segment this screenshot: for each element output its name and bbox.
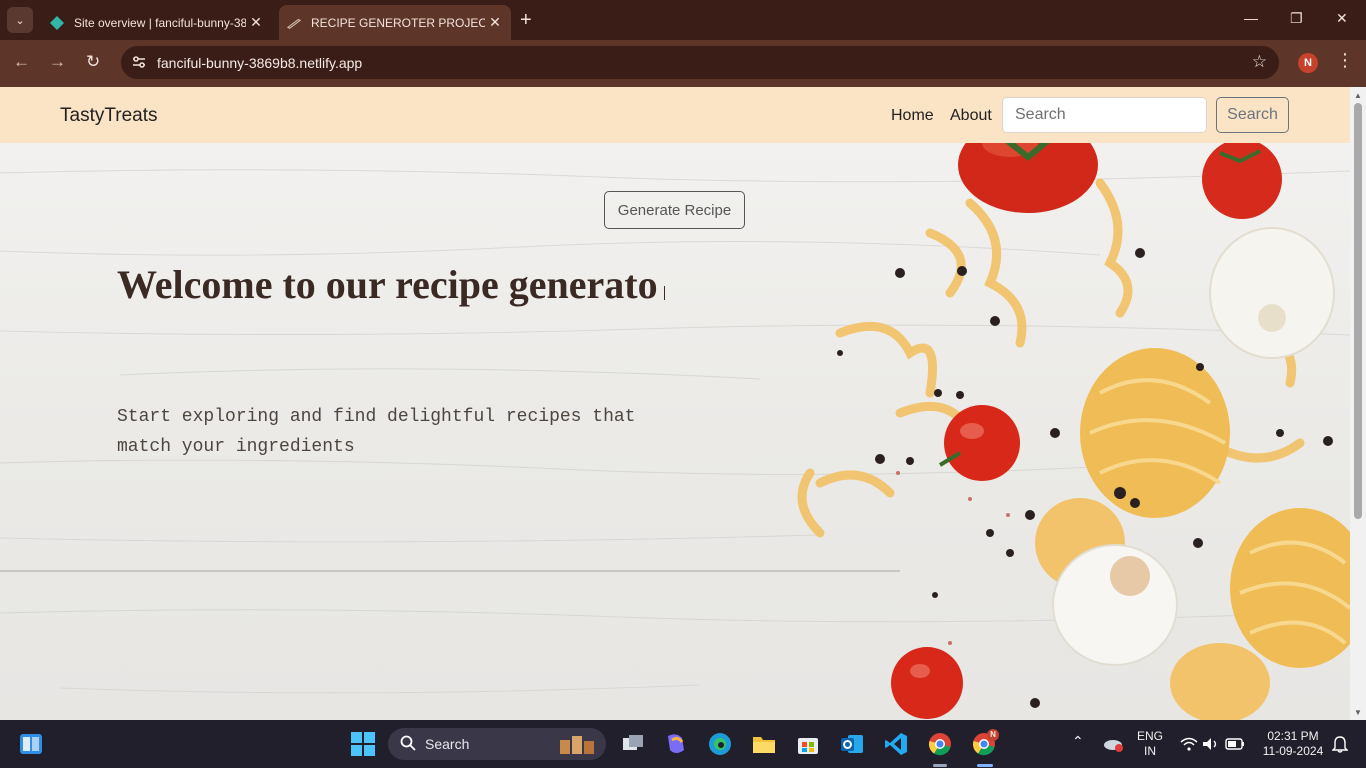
minimize-icon[interactable]: — — [1244, 10, 1258, 26]
close-window-icon[interactable]: ✕ — [1336, 10, 1348, 27]
running-indicator — [933, 764, 947, 767]
tab-search-button[interactable]: ⌄ — [7, 7, 33, 33]
clock[interactable]: 02:31 PM 11-09-2024 — [1258, 729, 1328, 759]
hero-heading: Welcome to our recipe generato — [117, 254, 677, 315]
search-highlight-icon — [560, 736, 594, 754]
widgets-icon[interactable] — [18, 731, 44, 757]
netlify-icon — [50, 15, 64, 30]
active-indicator — [977, 764, 993, 767]
hero-subtext: Start exploring and find delightful reci… — [117, 407, 636, 457]
language-indicator[interactable]: ENG IN — [1135, 729, 1165, 759]
clock-time: 02:31 PM — [1267, 729, 1319, 743]
browser-tab-strip: ⌄ Site overview | fanciful-bunny-3869b8 … — [0, 0, 1366, 40]
hero-section: Generate Recipe Welcome to our recipe ge… — [0, 143, 1350, 720]
address-bar[interactable]: fanciful-bunny-3869b8.netlify.app ☆ — [121, 46, 1279, 79]
windows-taskbar: Search N ⌃ ENG IN 02:31 PM 11-09-2024 — [0, 720, 1366, 768]
scrollbar-thumb[interactable] — [1354, 103, 1362, 519]
chrome-icon[interactable] — [927, 731, 953, 757]
battery-icon[interactable] — [1222, 731, 1248, 757]
scroll-up-arrow-icon[interactable]: ▲ — [1354, 91, 1362, 100]
forward-arrow-icon[interactable]: → — [49, 52, 66, 72]
microsoft-store-icon[interactable] — [795, 731, 821, 757]
volume-icon[interactable] — [1198, 731, 1224, 757]
language-code: ENG — [1136, 729, 1163, 743]
taskbar-search-box[interactable]: Search — [388, 728, 606, 760]
url-text: fanciful-bunny-3869b8.netlify.app — [157, 55, 363, 71]
windows-start-icon[interactable] — [350, 731, 376, 757]
browser-toolbar: ← → ↻ fanciful-bunny-3869b8.netlify.app … — [0, 40, 1366, 87]
tab-site-overview[interactable]: Site overview | fanciful-bunny-3869b8 ✕ — [40, 5, 272, 40]
search-button[interactable]: Search — [1216, 97, 1289, 133]
bookmark-star-icon[interactable]: ☆ — [1252, 52, 1267, 72]
site-settings-icon[interactable] — [131, 54, 147, 70]
chevron-down-icon: ⌄ — [15, 14, 25, 27]
page-scrollbar[interactable]: ▲ ▼ — [1350, 87, 1366, 720]
vscode-icon[interactable] — [883, 731, 909, 757]
nav-home-link[interactable]: Home — [891, 107, 934, 125]
pen-icon — [287, 16, 301, 30]
close-tab-icon[interactable]: ✕ — [485, 14, 505, 31]
browser-menu-icon[interactable]: ⋮ — [1336, 51, 1354, 69]
site-navbar: TastyTreats Home About Search — [0, 87, 1350, 143]
close-tab-icon[interactable]: ✕ — [246, 14, 266, 31]
scroll-down-arrow-icon[interactable]: ▼ — [1354, 708, 1362, 717]
outlook-icon[interactable] — [839, 731, 865, 757]
tab-recipe-project[interactable]: RECIPE GENEROTER PROJECT ✕ — [279, 5, 511, 40]
region-code: IN — [1144, 744, 1156, 758]
generate-recipe-button[interactable]: Generate Recipe — [604, 191, 745, 229]
restore-icon[interactable]: ❐ — [1290, 10, 1303, 27]
brand-logo[interactable]: TastyTreats — [60, 105, 158, 127]
tab-title: Site overview | fanciful-bunny-3869b8 — [74, 15, 246, 30]
chrome-profile-badge: N — [987, 729, 999, 741]
reload-icon[interactable]: ↻ — [86, 52, 100, 72]
tab-title: RECIPE GENEROTER PROJECT — [311, 15, 485, 30]
profile-avatar[interactable]: N — [1298, 53, 1318, 73]
notification-bell-icon[interactable] — [1327, 731, 1353, 757]
search-icon — [400, 735, 416, 756]
edge-browser-icon[interactable] — [707, 731, 733, 757]
taskbar-search-label: Search — [425, 736, 470, 752]
nav-about-link[interactable]: About — [950, 107, 992, 125]
task-view-icon[interactable] — [620, 731, 646, 757]
search-input[interactable] — [1002, 97, 1207, 133]
page-viewport: TastyTreats Home About Search Generate R… — [0, 87, 1350, 720]
back-arrow-icon[interactable]: ← — [13, 52, 30, 72]
typing-caret — [663, 286, 665, 300]
clock-date: 11-09-2024 — [1262, 744, 1324, 758]
hero-heading-text: Welcome to our recipe generato — [117, 262, 658, 307]
file-explorer-icon[interactable] — [751, 731, 777, 757]
pasta-tomato-garlic-image — [797, 143, 1350, 720]
new-tab-plus-icon[interactable]: + — [520, 9, 532, 31]
chevron-up-icon[interactable]: ⌃ — [1072, 733, 1084, 750]
copilot-icon[interactable] — [663, 731, 689, 757]
onedrive-icon[interactable] — [1100, 731, 1126, 757]
